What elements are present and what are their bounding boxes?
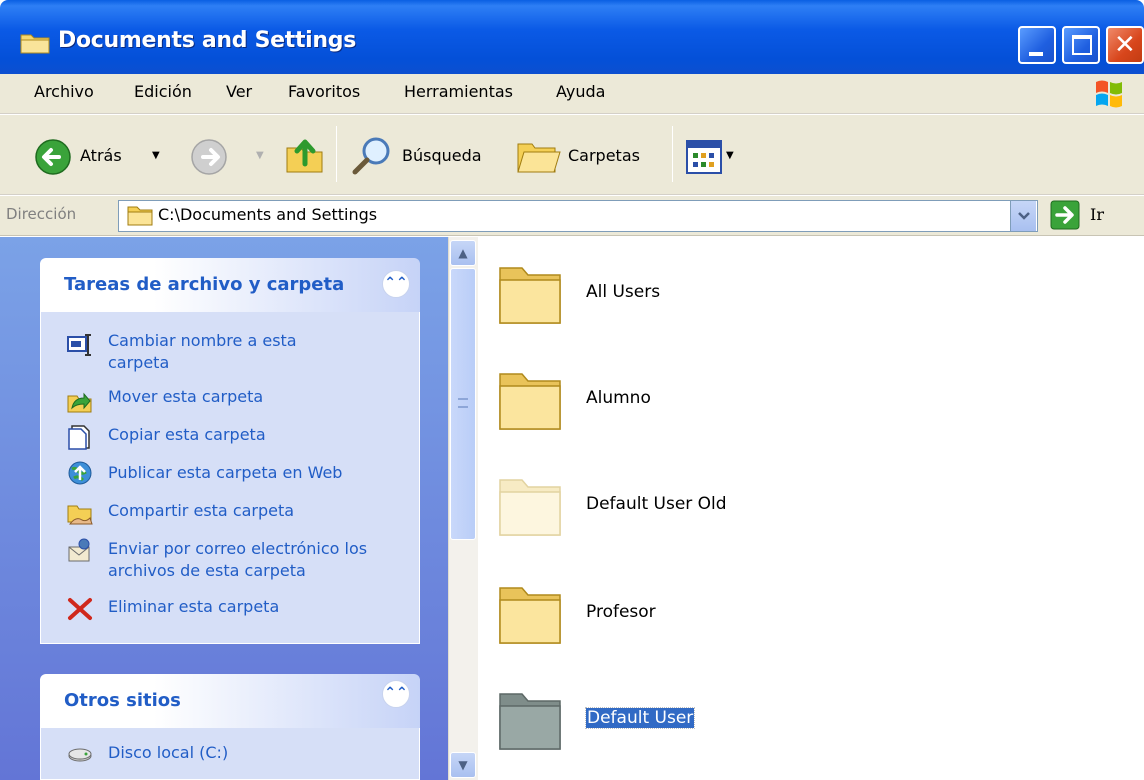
menu-ayuda[interactable]: Ayuda	[556, 82, 605, 101]
chevron-down-icon	[1018, 212, 1030, 220]
task-delete[interactable]: Eliminar esta carpeta	[108, 596, 279, 618]
folder-name[interactable]: Alumno	[586, 388, 651, 408]
move-icon	[67, 392, 92, 413]
folders-icon[interactable]	[516, 138, 562, 176]
maximize-button[interactable]	[1062, 26, 1100, 64]
toolbar-separator	[336, 126, 337, 182]
go-button-label[interactable]: Ir	[1090, 205, 1104, 224]
back-dropdown-arrow[interactable]: ▼	[152, 150, 160, 161]
email-icon	[68, 538, 90, 562]
maximize-icon	[1072, 35, 1092, 55]
views-dropdown-arrow[interactable]: ▼	[726, 150, 734, 161]
menu-herramientas[interactable]: Herramientas	[404, 82, 513, 101]
folder-icon	[127, 206, 153, 226]
folder-icon[interactable]	[494, 470, 566, 542]
other-places-panel	[40, 728, 420, 780]
toolbar-separator	[672, 126, 673, 182]
collapse-icon[interactable]: ⌃⌃	[382, 680, 410, 708]
folder-name[interactable]: All Users	[586, 282, 660, 302]
task-publish[interactable]: Publicar esta carpeta en Web	[108, 462, 342, 484]
window-title: Documents and Settings	[58, 28, 357, 53]
folder-icon[interactable]	[494, 258, 566, 330]
close-icon: ✕	[1114, 30, 1136, 60]
other-places-panel-title[interactable]: Otros sitios	[64, 690, 181, 711]
task-move[interactable]: Mover esta carpeta	[108, 386, 263, 408]
task-email[interactable]: Enviar por correo electrónico los archiv…	[108, 538, 398, 582]
back-button-label[interactable]: Atrás	[80, 146, 122, 165]
search-button-label[interactable]: Búsqueda	[402, 146, 482, 165]
search-icon[interactable]	[350, 134, 394, 178]
scroll-grip-icon	[458, 398, 468, 408]
folder-icon[interactable]	[494, 684, 566, 756]
folder-icon	[20, 34, 50, 54]
windows-logo-icon	[1096, 80, 1122, 108]
place-local-disk[interactable]: Disco local (C:)	[108, 742, 228, 764]
task-share[interactable]: Compartir esta carpeta	[108, 500, 294, 522]
file-tasks-panel-title[interactable]: Tareas de archivo y carpeta	[64, 274, 344, 295]
folders-button-label[interactable]: Carpetas	[568, 146, 640, 165]
forward-arrow-icon[interactable]	[190, 138, 228, 176]
menu-edicion[interactable]: Edición	[134, 82, 192, 101]
rename-icon	[67, 334, 91, 356]
delete-icon	[68, 598, 92, 620]
folder-name[interactable]: Profesor	[586, 602, 656, 622]
folder-icon[interactable]	[494, 364, 566, 436]
views-icon[interactable]	[686, 140, 722, 174]
file-list-view[interactable]	[478, 237, 1144, 780]
back-arrow-icon[interactable]	[34, 138, 72, 176]
folder-name-selected[interactable]: Default User	[584, 707, 696, 729]
copy-icon	[68, 425, 90, 450]
address-dropdown-button[interactable]	[1010, 201, 1036, 231]
menu-ver[interactable]: Ver	[226, 82, 252, 101]
minimize-icon	[1029, 52, 1043, 56]
minimize-button[interactable]	[1018, 26, 1056, 64]
scroll-up-button[interactable]: ▲	[450, 240, 476, 266]
address-label: Dirección	[6, 205, 77, 223]
collapse-icon[interactable]: ⌃⌃	[382, 270, 410, 298]
scroll-down-button[interactable]: ▼	[450, 752, 476, 778]
folder-icon[interactable]	[494, 578, 566, 650]
close-button[interactable]: ✕	[1106, 26, 1144, 64]
go-arrow-icon[interactable]	[1050, 200, 1080, 230]
address-path[interactable]: C:\Documents and Settings	[158, 205, 377, 224]
up-folder-icon[interactable]	[284, 134, 326, 176]
menu-archivo[interactable]: Archivo	[34, 82, 94, 101]
publish-web-icon	[68, 461, 92, 485]
forward-dropdown-arrow[interactable]: ▼	[256, 150, 264, 161]
local-disk-icon	[68, 748, 92, 762]
task-rename[interactable]: Cambiar nombre a esta carpeta	[108, 330, 348, 374]
folder-name[interactable]: Default User Old	[586, 494, 727, 514]
menu-favoritos[interactable]: Favoritos	[288, 82, 360, 101]
share-icon	[67, 505, 93, 525]
task-copy[interactable]: Copiar esta carpeta	[108, 424, 266, 446]
